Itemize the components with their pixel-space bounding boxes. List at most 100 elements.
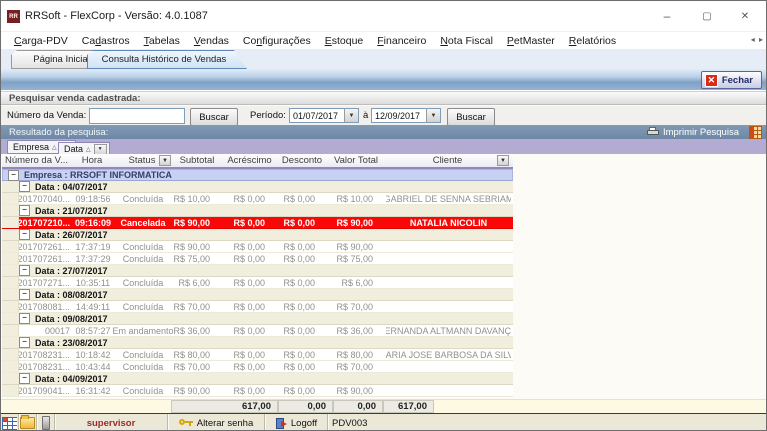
date-from-select[interactable]: 01/07/2017 ▼ [289, 108, 359, 123]
row-indent [2, 277, 19, 288]
cell-desconto: R$ 0,00 [278, 241, 328, 252]
results-grid: Número da V...△HoraStatus▼SubtotalAcrésc… [2, 154, 513, 397]
sale-row[interactable]: 201708231...10:18:42ConcluídaR$ 80,00R$ … [2, 349, 513, 361]
battery-icon [42, 416, 50, 430]
column-header-status[interactable]: Status▼ [112, 154, 172, 167]
folder-tool-button[interactable] [19, 414, 37, 431]
date-group-row[interactable]: −Data : 09/08/2017 [2, 313, 513, 325]
collapse-icon[interactable]: − [19, 229, 30, 240]
menu-item-vendas[interactable]: Vendas [187, 33, 236, 49]
date-group-row[interactable]: −Data : 23/08/2017 [2, 337, 513, 349]
sale-row[interactable]: 0001708:57:27Em andamentoR$ 36,00R$ 0,00… [2, 325, 513, 337]
cell-cliente [386, 241, 511, 252]
row-indent [2, 361, 19, 372]
collapse-icon[interactable]: − [19, 373, 30, 384]
date-group-row[interactable]: −Data : 08/08/2017 [2, 289, 513, 301]
menu-item-cadastros[interactable]: Cadastros [75, 33, 137, 49]
cell-acrescimo: R$ 0,00 [223, 193, 278, 204]
column-header-cliente[interactable]: Cliente▼ [385, 154, 510, 167]
date-group-row[interactable]: −Data : 27/07/2017 [2, 265, 513, 277]
column-header-desconto[interactable]: Desconto [277, 154, 327, 167]
minimize-button[interactable]: – [652, 7, 682, 25]
company-group-row[interactable]: −Empresa : RRSOFT INFORMATICA [2, 169, 513, 181]
tab-consulta-hist-rico-de-vendas[interactable]: Consulta Histórico de Vendas [87, 50, 247, 69]
menu-overflow-arrows-icon[interactable]: ◂ ▸ [751, 35, 764, 44]
chevron-down-icon[interactable]: ▼ [426, 109, 440, 122]
column-header-hora[interactable]: Hora [72, 154, 112, 167]
menu-item-relat-rios[interactable]: Relatórios [562, 33, 623, 49]
cell-cliente [386, 301, 511, 312]
period-label: Período: [250, 110, 286, 121]
collapse-icon[interactable]: − [19, 181, 30, 192]
maximize-button[interactable]: ▢ [692, 7, 722, 25]
collapse-icon[interactable]: − [19, 337, 30, 348]
sale-number-input[interactable] [89, 108, 185, 124]
date-group-label: Data : 04/09/2017 [35, 374, 108, 384]
row-indent [2, 241, 19, 252]
collapse-icon[interactable]: − [19, 265, 30, 276]
table-tool-button[interactable] [1, 414, 19, 431]
totals-band: 617,00 0,00 0,00 617,00 [1, 399, 766, 414]
sale-row[interactable]: 201708231...10:43:44ConcluídaR$ 70,00R$ … [2, 361, 513, 373]
menu-item-nota-fiscal[interactable]: Nota Fiscal [433, 33, 500, 49]
sale-row[interactable]: 201708081...14:49:11ConcluídaR$ 70,00R$ … [2, 301, 513, 313]
buscar-period-button[interactable]: Buscar [447, 108, 495, 126]
row-indent [2, 385, 19, 396]
menu-item-configura-es[interactable]: Configurações [236, 33, 318, 49]
pdv-section: PDV003 [328, 414, 386, 431]
total-valor-total: 617,00 [383, 400, 434, 413]
menu-item-financeiro[interactable]: Financeiro [370, 33, 433, 49]
grid-export-icon[interactable] [749, 126, 762, 139]
sale-row[interactable]: 201707261...17:37:29ConcluídaR$ 75,00R$ … [2, 253, 513, 265]
cell-hora: 10:35:11 [73, 277, 113, 288]
fechar-button[interactable]: ✕ Fechar [701, 71, 762, 89]
imprimir-pesquisa-button[interactable]: Imprimir Pesquisa [647, 127, 739, 138]
sale-row[interactable]: 201707271...10:35:11ConcluídaR$ 6,00R$ 0… [2, 277, 513, 289]
collapse-icon[interactable]: − [19, 313, 30, 324]
collapse-icon[interactable]: − [8, 170, 19, 181]
cell-subtotal: R$ 10,00 [173, 193, 223, 204]
column-header-acrescimo[interactable]: Acréscimo [222, 154, 277, 167]
column-header-valor[interactable]: Valor Total [327, 154, 385, 167]
collapse-icon[interactable]: − [19, 205, 30, 216]
chevron-down-icon[interactable]: ▼ [344, 109, 358, 122]
cell-status: Concluída [113, 241, 173, 252]
date-group-row[interactable]: −Data : 21/07/2017 [2, 205, 513, 217]
column-header-label: Valor Total [334, 155, 378, 166]
cell-subtotal: R$ 6,00 [173, 277, 223, 288]
buscar-number-button[interactable]: Buscar [190, 108, 238, 126]
sale-row[interactable]: 201707210...09:16:09CanceladaR$ 90,00R$ … [2, 217, 513, 229]
filter-chevron-icon[interactable]: ▼ [159, 155, 171, 166]
date-from-value: 01/07/2017 [290, 109, 344, 122]
chevron-down-icon[interactable]: ▼ [94, 144, 107, 155]
cell-status: Concluída [113, 385, 173, 396]
logoff-button[interactable]: Logoff [265, 414, 328, 431]
app-window: RR RRSoft - FlexCorp - Versão: 4.0.1087 … [0, 0, 767, 431]
column-header-numero[interactable]: Número da V...△ [2, 154, 72, 167]
close-window-button[interactable]: ✕ [730, 7, 760, 25]
sale-row[interactable]: 201707040...09:18:56ConcluídaR$ 10,00R$ … [2, 193, 513, 205]
menu-item-carga-pdv[interactable]: Carga-PDV [7, 33, 75, 49]
date-group-row[interactable]: −Data : 04/07/2017 [2, 181, 513, 193]
menu-item-tabelas[interactable]: Tabelas [137, 33, 187, 49]
date-to-select[interactable]: 12/09/2017 ▼ [371, 108, 441, 123]
menu-item-petmaster[interactable]: PetMaster [500, 33, 562, 49]
sale-row[interactable]: 201707261...17:37:19ConcluídaR$ 90,00R$ … [2, 241, 513, 253]
filter-chevron-icon[interactable]: ▼ [497, 155, 509, 166]
app-logo-icon: RR [7, 10, 20, 23]
date-group-label: Data : 27/07/2017 [35, 266, 108, 276]
date-group-row[interactable]: −Data : 26/07/2017 [2, 229, 513, 241]
column-header-subtotal[interactable]: Subtotal [172, 154, 222, 167]
total-desconto: 0,00 [333, 400, 383, 413]
cell-status: Em andamento [113, 325, 173, 336]
cell-subtotal: R$ 36,00 [173, 325, 223, 336]
sale-row[interactable]: 201709041...16:31:42ConcluídaR$ 90,00R$ … [2, 385, 513, 397]
cell-valor-total: R$ 90,00 [328, 217, 386, 228]
fechar-label: Fechar [722, 75, 753, 86]
device-tool-button[interactable] [37, 414, 55, 431]
menu-item-estoque[interactable]: Estoque [318, 33, 371, 49]
collapse-icon[interactable]: − [19, 289, 30, 300]
alterar-senha-button[interactable]: Alterar senha [168, 414, 265, 431]
cell-hora: 10:18:42 [73, 349, 113, 360]
date-group-row[interactable]: −Data : 04/09/2017 [2, 373, 513, 385]
